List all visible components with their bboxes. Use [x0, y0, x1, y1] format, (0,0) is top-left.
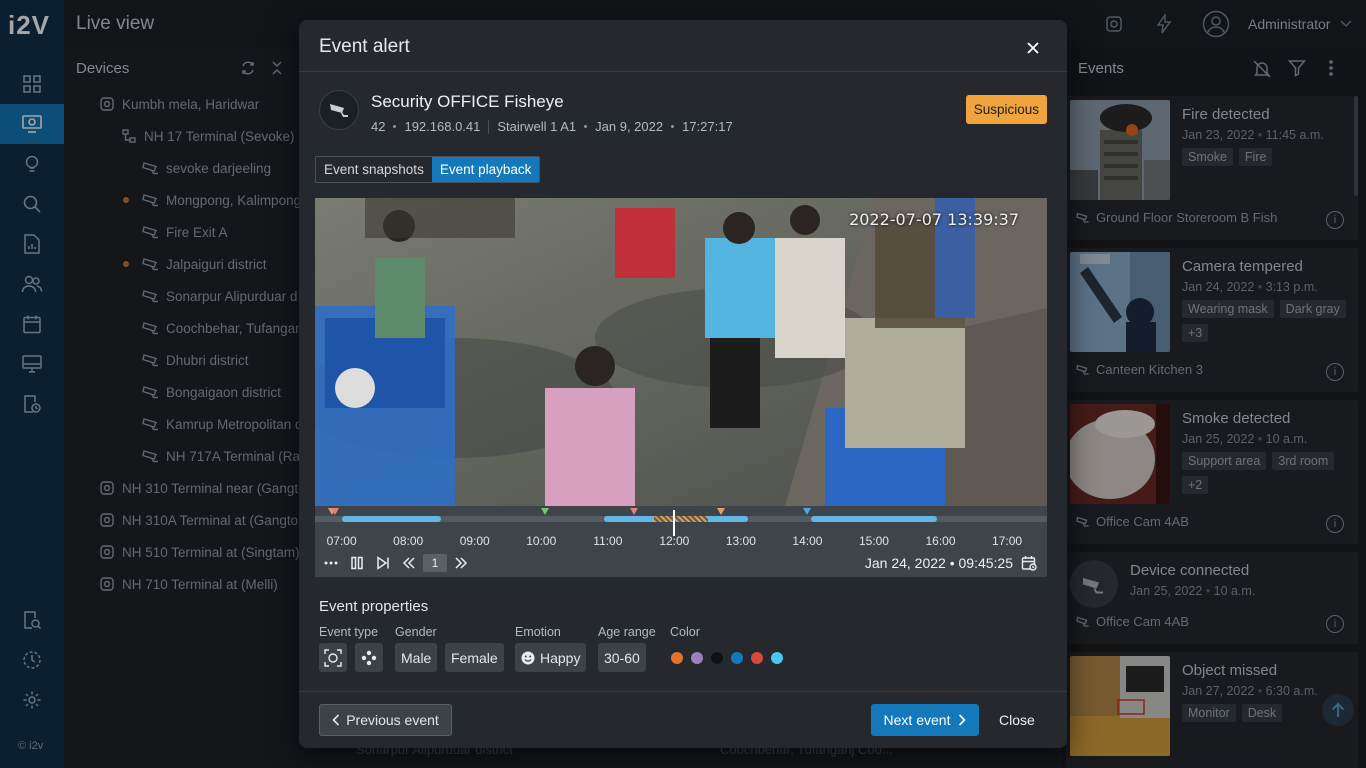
previous-event-button[interactable]: Previous event — [319, 704, 452, 736]
divider — [299, 71, 1067, 72]
crowd-icon — [355, 643, 383, 672]
gender-female-chip: Female — [445, 643, 504, 672]
tab-event-snapshots[interactable]: Event snapshots — [316, 157, 432, 182]
video-timestamp: 2022-07-07 13:39:37 — [849, 210, 1019, 229]
step-forward-icon[interactable] — [373, 554, 393, 572]
timeline-tick-label: 16:00 — [925, 534, 956, 548]
divider — [299, 691, 1067, 692]
face-scan-icon — [319, 643, 347, 672]
camera-location: Stairwell 1 A1 — [497, 119, 577, 134]
playhead[interactable] — [673, 510, 676, 536]
camera-name: Security OFFICE Fisheye — [371, 92, 564, 111]
event-range-segment[interactable] — [654, 516, 708, 522]
event-alert-dialog: Event alert Security OFFICE Fisheye 42 1… — [299, 20, 1067, 748]
fast-forward-icon[interactable] — [451, 554, 471, 572]
playback-controls: 07:00 08:00 09:00 10:00 11:00 12:00 13:00 14:00… — [315, 506, 1047, 577]
event-marker[interactable] — [540, 508, 549, 515]
gender-male-chip: Male — [395, 643, 438, 672]
timeline-tick-label: 10:00 — [526, 534, 557, 548]
recording-segment[interactable] — [704, 516, 748, 522]
label-emotion: Emotion — [515, 625, 561, 639]
playback-speed[interactable]: 1 — [423, 554, 447, 572]
event-marker[interactable] — [330, 508, 339, 515]
event-marker[interactable] — [716, 508, 725, 515]
event-marker[interactable] — [630, 508, 639, 515]
camera-meta: 42 192.168.0.41 Stairwell 1 A1 Jan 9, 20… — [371, 119, 733, 134]
color-swatch — [771, 652, 783, 664]
tab-event-playback[interactable]: Event playback — [431, 157, 540, 182]
age-range-chip: 30-60 — [598, 643, 646, 672]
timeline-tick-label: 13:00 — [725, 534, 756, 548]
playback-datetime: Jan 24, 2022 • 09:45:25 — [864, 555, 1013, 571]
event-date: Jan 9, 2022 — [595, 119, 664, 134]
color-swatch — [731, 652, 743, 664]
rewind-icon[interactable] — [399, 554, 419, 572]
calendar-picker-icon[interactable] — [1019, 554, 1039, 572]
recording-segment[interactable] — [810, 516, 938, 522]
view-tabs: Event snapshots Event playback — [315, 156, 541, 183]
timeline-tick-label: 08:00 — [393, 534, 424, 548]
timeline-tick-label: 07:00 — [326, 534, 357, 548]
color-swatch — [711, 652, 723, 664]
video-player[interactable]: 2022-07-07 13:39:37 — [315, 198, 1047, 506]
timeline-tick-label: 11:00 — [593, 534, 623, 548]
next-event-label: Next event — [883, 712, 951, 728]
close-icon[interactable] — [1021, 36, 1045, 60]
close-button[interactable]: Close — [999, 712, 1035, 728]
label-gender: Gender — [395, 625, 437, 639]
pause-icon[interactable] — [347, 554, 367, 572]
event-marker[interactable] — [803, 508, 812, 515]
color-swatch — [671, 652, 683, 664]
emotion-chip: Happy — [515, 643, 587, 672]
emotion-label: Happy — [540, 649, 581, 666]
timeline-tick-label: 09:00 — [459, 534, 490, 548]
camera-id: 42 — [371, 119, 386, 134]
timeline-tick-label: 15:00 — [858, 534, 889, 548]
next-event-button[interactable]: Next event — [871, 704, 979, 736]
dialog-title: Event alert — [319, 36, 410, 57]
video-frame — [315, 198, 1047, 506]
color-swatch — [691, 652, 703, 664]
timeline-tick-label: 12:00 — [659, 534, 690, 548]
recording-segment[interactable] — [341, 516, 442, 522]
previous-event-label: Previous event — [346, 712, 439, 728]
more-options-icon[interactable] — [321, 554, 341, 572]
event-time: 17:27:17 — [682, 119, 733, 134]
label-age-range: Age range — [598, 625, 656, 639]
timeline-tick-label: 17:00 — [992, 534, 1023, 548]
status-badge: Suspicious — [965, 95, 1047, 124]
timeline-tick-label: 14:00 — [792, 534, 823, 548]
label-color: Color — [670, 625, 700, 639]
label-event-type: Event type — [319, 625, 379, 639]
color-swatch — [751, 652, 763, 664]
camera-ip: 192.168.0.41 — [404, 119, 481, 134]
camera-icon — [319, 90, 359, 130]
properties-title: Event properties — [319, 598, 429, 615]
